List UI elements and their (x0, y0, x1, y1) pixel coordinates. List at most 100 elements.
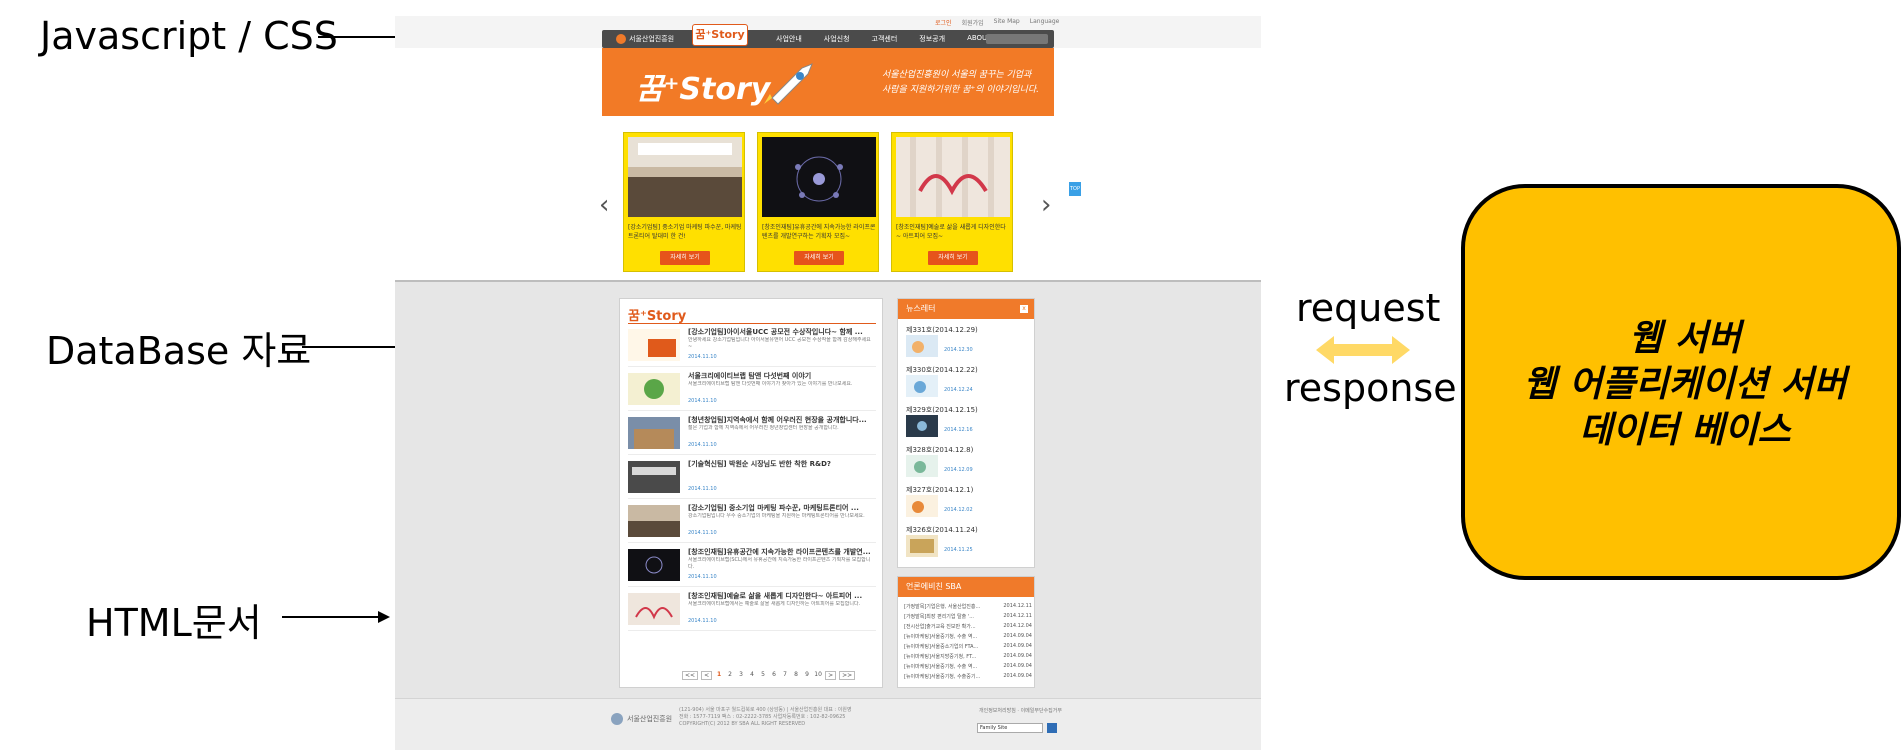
gnb-menu-item[interactable]: 사업신청 (824, 34, 850, 44)
card-caption: [창조인재팀]유휴공간에 지속가능한 라이프콘텐츠를 개발연구하는 기획자 모집… (762, 224, 876, 240)
list-item-title: [창조인재팀]유휴공간에 지속가능한 라이프콘텐츠를 개발연... (688, 548, 871, 556)
story-list-panel: 꿈⁺Story [강소기업팀]아이서울UCC 공모전 수상작입니다~ 함께 ..… (619, 298, 883, 688)
press-item[interactable]: [가정발목]기업은행, 서울산업진흥... 2014.12.11 (904, 603, 1032, 610)
pager-prev[interactable]: < (701, 671, 713, 680)
card-photo-group (628, 137, 742, 217)
gnb-menu-item[interactable]: 고객센터 (872, 34, 898, 44)
press-item[interactable]: [뉴이마케팅]서울중기청, 수출중기... 2014.09.04 (904, 673, 1032, 680)
story-banner: 꿈⁺Story 서울산업진흥원이 서울의 꿈꾸는 기업과 사람을 지원하기위한 … (602, 48, 1054, 116)
list-item-title: [기술혁신팀] 박원순 시장님도 반한 착한 R&D? (688, 460, 831, 468)
pager-page[interactable]: 3 (737, 671, 745, 680)
card-caption: [창조인재팀]예술로 삶을 새롭게 디자인한다~ 아트피어 모집~ (896, 224, 1006, 240)
newsletter-item-date: 2014.12.02 (944, 507, 973, 513)
pagination: << < 1 2 3 4 5 6 7 8 9 10 > >> (682, 671, 856, 680)
newsletter-item[interactable]: 제331호(2014.12.29) 2014.12.30 (906, 325, 1030, 365)
util-sitemap[interactable]: Site Map (994, 18, 1020, 27)
pager-last[interactable]: >> (839, 671, 856, 680)
gnb-menu: 사업안내 사업신청 고객센터 정보공개 ABOUT SBA (776, 34, 1008, 44)
press-item-title: [뉴이마케팅]서울중기청, 수출 역... (904, 634, 978, 640)
list-item-title: [창조인재팀]예술로 삶을 새롭게 디자인한다~ 아트피어 ... (688, 592, 863, 600)
gnb-logo[interactable]: 서울산업진흥원 (616, 34, 674, 44)
list-item[interactable]: 서울크리에이티브랩 탐앤 다섯번째 이야기 서울크리에이티브랩 탐앤 다섯번째 … (628, 371, 876, 411)
newsletter-item[interactable]: 제329호(2014.12.15) 2014.12.16 (906, 405, 1030, 445)
list-item-desc (688, 469, 874, 483)
newsletter-item[interactable]: 제330호(2014.12.22) 2014.12.24 (906, 365, 1030, 405)
utility-bar: 로그인 회원가입 Site Map Language (935, 18, 1059, 27)
pager-page[interactable]: 2 (726, 671, 734, 680)
press-item-title: [뉴이마케팅]서울중기청, 수출중기... (904, 674, 981, 680)
pager-first[interactable]: << (682, 671, 699, 680)
list-item[interactable]: [청년창업팀]지역속에서 함께 어우러진 현장을 공개합니다... 젊은 기업과… (628, 415, 876, 455)
newsletter-item-date: 2014.12.09 (944, 467, 973, 473)
family-site-select[interactable]: Family Site (977, 723, 1043, 733)
pager-page[interactable]: 9 (803, 671, 811, 680)
story-card[interactable]: [창조인재팀]유휴공간에 지속가능한 라이프콘텐츠를 개발연구하는 기획자 모집… (757, 132, 879, 272)
press-item[interactable]: [뉴이마케팅]서울중기청, 수출 역... 2014.09.04 (904, 663, 1032, 670)
press-item-date: 2014.09.04 (1003, 643, 1032, 649)
close-icon[interactable]: x (1020, 305, 1028, 313)
newsletter-thumb (906, 495, 938, 517)
sba-logo-icon (611, 713, 623, 725)
util-language[interactable]: Language (1030, 18, 1060, 27)
footer-info: (121-904) 서울 마포구 월드컵북로 400 (상암동) | 서울산업진… (679, 707, 879, 728)
gnb-menu-item[interactable]: 정보공개 (919, 34, 945, 44)
newsletter-item[interactable]: 제327호(2014.12.1) 2014.12.02 (906, 485, 1030, 525)
top-button[interactable]: TOP (1069, 182, 1081, 196)
press-item[interactable]: [뉴이마케팅]서울지방중기청, FT... 2014.09.04 (904, 653, 1032, 660)
footer-copyright: COPYRIGHT(C) 2012 BY SBA ALL RIGHT RESER… (679, 721, 806, 727)
story-list-divider (628, 323, 876, 324)
story-list-title: 꿈⁺Story (628, 309, 687, 324)
pager-page[interactable]: 10 (814, 671, 822, 680)
util-login[interactable]: 로그인 (935, 18, 952, 27)
pager-page[interactable]: 8 (792, 671, 800, 680)
family-site-go-button[interactable] (1047, 723, 1057, 733)
press-item[interactable]: [뉴이마케팅]서울중소기업의 FTA... 2014.09.04 (904, 643, 1032, 650)
carousel-prev-button[interactable]: ‹ (599, 190, 609, 220)
list-item[interactable]: [강소기업팀]아이서울UCC 공모전 수상작입니다~ 함께 ... 안녕하세요 … (628, 327, 876, 367)
newsletter-item-title: 제330호(2014.12.22) (906, 366, 978, 374)
footer-links[interactable]: 개인정보처리방침 · 이메일무단수집거부 (979, 707, 1062, 714)
gnb-search-input[interactable] (986, 34, 1048, 44)
story-card[interactable]: [창조인재팀]예술로 삶을 새롭게 디자인한다~ 아트피어 모집~ 자세히 보기 (891, 132, 1013, 272)
list-item-title: [청년창업팀]지역속에서 함께 어우러진 현장을 공개합니다... (688, 416, 867, 424)
gnb-menu-item[interactable]: 사업안내 (776, 34, 802, 44)
list-item-date: 2014.11.10 (688, 486, 717, 492)
carousel-next-button[interactable]: › (1041, 190, 1051, 220)
double-arrow-icon (1316, 336, 1410, 364)
list-item[interactable]: [강소기업팀] 중소기업 마케팅 파수꾼, 마케팅트론티어 ... 강소기업팀입… (628, 503, 876, 543)
card-more-button[interactable]: 자세히 보기 (794, 251, 844, 265)
newsletter-item[interactable]: 제328호(2014.12.8) 2014.12.09 (906, 445, 1030, 485)
newsletter-item-date: 2014.12.30 (944, 347, 973, 353)
list-item-desc: 젊은 기업과 함께 지역속에서 어우러진 청년창업센터 현장을 공개합니다. (688, 425, 839, 431)
list-item[interactable]: [창조인재팀]유휴공간에 지속가능한 라이프콘텐츠를 개발연... 서울크리에이… (628, 547, 876, 587)
card-more-button[interactable]: 자세히 보기 (928, 251, 978, 265)
pager-page[interactable]: 4 (748, 671, 756, 680)
pager-page[interactable]: 7 (781, 671, 789, 680)
list-item-date: 2014.11.10 (688, 530, 717, 536)
gnb-logo-text: 서울산업진흥원 (629, 35, 675, 43)
newsletter-item-title: 제329호(2014.12.15) (906, 406, 978, 414)
label-javascript-css: Javascript / CSS (40, 14, 338, 58)
sba-logo-icon (616, 34, 626, 44)
story-tab[interactable]: 꿈⁺Story (692, 24, 748, 46)
server-line-web-server: 웹 서버 (1629, 318, 1741, 359)
list-item-date: 2014.11.10 (688, 442, 717, 448)
newsletter-item[interactable]: 제326호(2014.11.24) 2014.11.25 (906, 525, 1030, 565)
list-item[interactable]: [기술혁신팀] 박원순 시장님도 반한 착한 R&D? 2014.11.10 (628, 459, 876, 499)
pager-next[interactable]: > (825, 671, 837, 680)
list-item[interactable]: [창조인재팀]예술로 삶을 새롭게 디자인한다~ 아트피어 ... 서울크리에이… (628, 591, 876, 631)
press-item[interactable]: [가정발목]최장 편리기업 탈출 '... 2014.12.11 (904, 613, 1032, 620)
pager-page[interactable]: 6 (770, 671, 778, 680)
util-join[interactable]: 회원가입 (962, 18, 984, 27)
arrow-html-line (282, 616, 378, 618)
pager-page[interactable]: 5 (759, 671, 767, 680)
press-item-date: 2014.12.04 (1003, 623, 1032, 629)
thumb-artpeer (628, 593, 680, 625)
press-item[interactable]: [뉴이마케팅]서울중기청, 수출 역... 2014.09.04 (904, 633, 1032, 640)
story-card[interactable]: [강소기업팀] 중소기업 마케팅 파수꾼, 마케팅 트론티어 탈대미 한 건! … (623, 132, 745, 272)
card-more-button[interactable]: 자세히 보기 (660, 251, 710, 265)
press-item[interactable]: [전시산업]출거교육 진보만 확가... 2014.12.04 (904, 623, 1032, 630)
pager-page[interactable]: 1 (715, 671, 723, 680)
server-box: 웹 서버 웹 어플리케이션 서버 데이터 베이스 (1461, 184, 1901, 580)
card-photo-artpeer (896, 137, 1010, 217)
